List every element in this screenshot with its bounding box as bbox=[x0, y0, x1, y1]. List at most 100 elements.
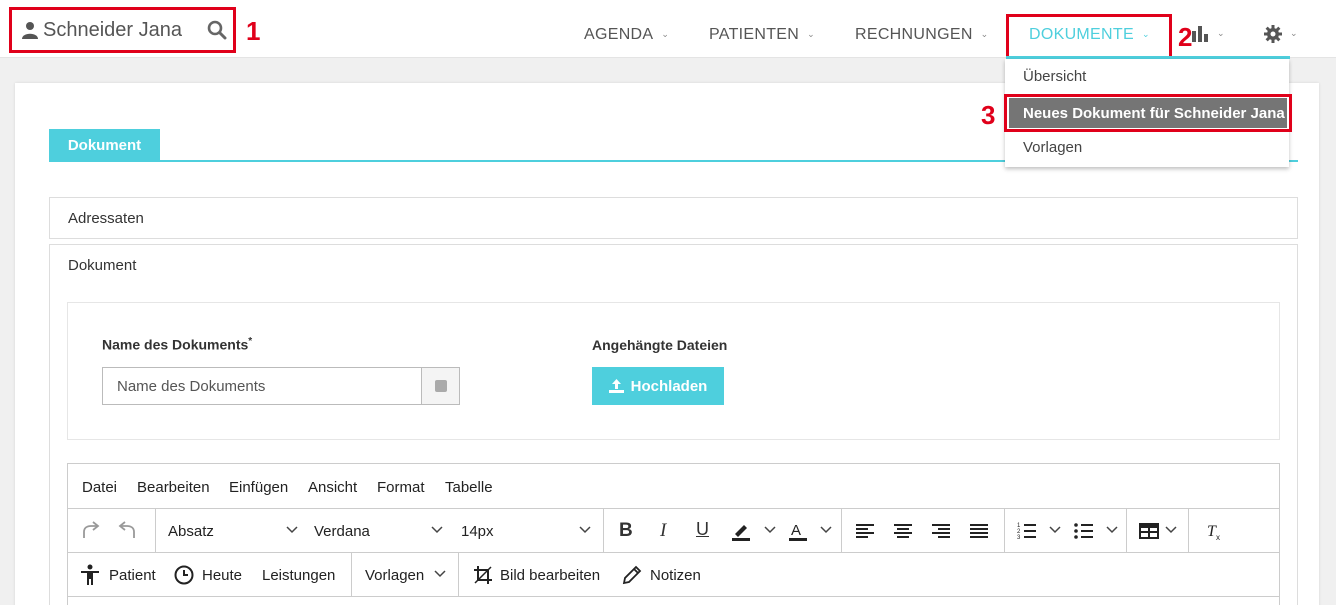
nav-rechnungen[interactable]: RECHNUNGEN ⌄ bbox=[855, 26, 989, 44]
upload-button-label: Hochladen bbox=[630, 377, 708, 395]
nav-agenda-label: AGENDA bbox=[584, 26, 654, 43]
person-icon bbox=[81, 564, 99, 585]
editor-toolbar-custom: Patient Heute Leistungen Vorlagen Bild b… bbox=[68, 553, 1279, 597]
nav-patienten-label: PATIENTEN bbox=[709, 26, 800, 43]
annotation-3: 3 bbox=[981, 100, 996, 130]
annotation-1: 1 bbox=[246, 16, 261, 46]
name-label-text: Name des Dokuments bbox=[102, 336, 249, 353]
chevron-down-icon[interactable] bbox=[434, 567, 446, 579]
toolbar-separator bbox=[458, 553, 459, 597]
align-left-icon[interactable] bbox=[854, 520, 876, 542]
editor-toolbar-formatting: Absatz Verdana 14px B I U A 123 Tx bbox=[68, 509, 1279, 553]
menu-tabelle[interactable]: Tabelle bbox=[445, 479, 493, 496]
font-size-select[interactable]: 14px bbox=[461, 523, 494, 540]
nav-patienten[interactable]: PATIENTEN ⌄ bbox=[709, 26, 815, 44]
document-name-input[interactable] bbox=[102, 367, 422, 405]
input-addon-button[interactable] bbox=[421, 367, 460, 405]
dropdown-item-new-document[interactable]: Neues Dokument für Schneider Jana bbox=[1009, 98, 1287, 128]
svg-text:3: 3 bbox=[1017, 535, 1021, 541]
align-justify-icon[interactable] bbox=[968, 520, 990, 542]
notes-button[interactable]: Notizen bbox=[650, 567, 701, 584]
redo-icon[interactable] bbox=[80, 520, 102, 542]
undo-icon[interactable] bbox=[116, 520, 138, 542]
chevron-down-icon[interactable] bbox=[1165, 523, 1177, 535]
svg-text:A: A bbox=[791, 522, 801, 539]
toolbar-separator bbox=[841, 509, 842, 553]
chevron-down-icon[interactable] bbox=[431, 523, 443, 535]
panel-dokument-title[interactable]: Dokument bbox=[68, 257, 136, 274]
edit-image-button[interactable]: Bild bearbeiten bbox=[500, 567, 600, 584]
pencil-icon bbox=[622, 565, 642, 585]
table-icon[interactable] bbox=[1138, 520, 1160, 542]
required-marker: * bbox=[248, 336, 253, 347]
insert-patient-button[interactable]: Patient bbox=[109, 567, 156, 584]
font-family-select[interactable]: Verdana bbox=[314, 523, 370, 540]
upload-icon bbox=[608, 379, 624, 393]
nav-rechnungen-label: RECHNUNGEN bbox=[855, 26, 973, 43]
bold-icon[interactable]: B bbox=[619, 520, 641, 542]
text-color-icon[interactable]: A bbox=[787, 520, 809, 542]
nav-settings[interactable]: ⌄ bbox=[1264, 25, 1298, 43]
nav-dokumente-label: DOKUMENTE bbox=[1029, 26, 1134, 43]
panel-adressaten[interactable]: Adressaten bbox=[49, 197, 1298, 239]
menu-bearbeiten[interactable]: Bearbeiten bbox=[137, 479, 210, 496]
chevron-down-icon[interactable] bbox=[1049, 523, 1061, 535]
search-icon[interactable] bbox=[207, 20, 227, 40]
patient-search[interactable]: Schneider Jana bbox=[9, 7, 236, 53]
top-navbar: Schneider Jana 1 AGENDA ⌄ PATIENTEN ⌄ RECH… bbox=[0, 0, 1336, 62]
chevron-down-icon: ⌄ bbox=[807, 28, 815, 39]
underline-icon[interactable]: U bbox=[696, 519, 718, 541]
block-format-select[interactable]: Absatz bbox=[168, 523, 214, 540]
dropdown-item-uebersicht[interactable]: Übersicht bbox=[1023, 68, 1086, 85]
chevron-down-icon[interactable] bbox=[286, 523, 298, 535]
bar-chart-icon bbox=[1192, 26, 1208, 42]
svg-text:x: x bbox=[1216, 533, 1220, 542]
crop-icon bbox=[474, 566, 492, 584]
annotation-2: 2 bbox=[1178, 22, 1193, 52]
menu-ansicht[interactable]: Ansicht bbox=[308, 479, 357, 496]
italic-icon[interactable]: I bbox=[660, 520, 682, 542]
chevron-down-icon[interactable] bbox=[820, 523, 832, 535]
chevron-down-icon[interactable] bbox=[579, 523, 591, 535]
templates-dropdown[interactable]: Vorlagen bbox=[365, 567, 424, 584]
insert-today-button[interactable]: Heute bbox=[202, 567, 242, 584]
insert-services-button[interactable]: Leistungen bbox=[262, 567, 335, 584]
tab-dokument[interactable]: Dokument bbox=[49, 129, 160, 162]
nav-dokumente[interactable]: DOKUMENTE ⌄ bbox=[1029, 26, 1150, 44]
chevron-down-icon: ⌄ bbox=[980, 28, 989, 39]
nav-agenda[interactable]: AGENDA ⌄ bbox=[584, 26, 669, 44]
toolbar-separator bbox=[1188, 509, 1189, 553]
user-icon bbox=[22, 22, 38, 39]
clear-formatting-icon[interactable]: Tx bbox=[1203, 520, 1225, 542]
align-right-icon[interactable] bbox=[930, 520, 952, 542]
toolbar-separator bbox=[1004, 509, 1005, 553]
rich-text-editor: Datei Bearbeiten Einfügen Ansicht Format… bbox=[67, 463, 1280, 605]
upload-button[interactable]: Hochladen bbox=[592, 367, 724, 405]
editor-menubar: Datei Bearbeiten Einfügen Ansicht Format… bbox=[68, 464, 1279, 509]
gear-icon bbox=[1264, 25, 1282, 43]
toolbar-separator bbox=[1126, 509, 1127, 553]
chevron-down-icon: ⌄ bbox=[1141, 28, 1150, 39]
toolbar-separator bbox=[603, 509, 604, 553]
attachments-label: Angehängte Dateien bbox=[592, 337, 728, 353]
chevron-down-icon: ⌄ bbox=[1290, 27, 1298, 38]
menu-datei[interactable]: Datei bbox=[82, 479, 117, 496]
chevron-down-icon: ⌄ bbox=[1217, 27, 1225, 38]
patient-name: Schneider Jana bbox=[43, 18, 182, 41]
chevron-down-icon[interactable] bbox=[764, 523, 776, 535]
menu-einfuegen[interactable]: Einfügen bbox=[229, 479, 288, 496]
menu-format[interactable]: Format bbox=[377, 479, 425, 496]
numbered-list-icon[interactable]: 123 bbox=[1016, 520, 1038, 542]
toolbar-separator bbox=[351, 553, 352, 597]
dropdown-item-vorlagen[interactable]: Vorlagen bbox=[1023, 139, 1082, 156]
bullet-list-icon[interactable] bbox=[1073, 520, 1095, 542]
name-label: Name des Dokuments* bbox=[102, 336, 252, 353]
panel-adressaten-title: Adressaten bbox=[68, 210, 144, 227]
chevron-down-icon: ⌄ bbox=[661, 28, 670, 39]
clock-icon bbox=[174, 565, 194, 585]
align-center-icon[interactable] bbox=[892, 520, 914, 542]
nav-statistics[interactable]: ⌄ bbox=[1192, 26, 1225, 42]
square-icon bbox=[434, 380, 447, 392]
chevron-down-icon[interactable] bbox=[1106, 523, 1118, 535]
highlight-icon[interactable] bbox=[730, 520, 752, 542]
